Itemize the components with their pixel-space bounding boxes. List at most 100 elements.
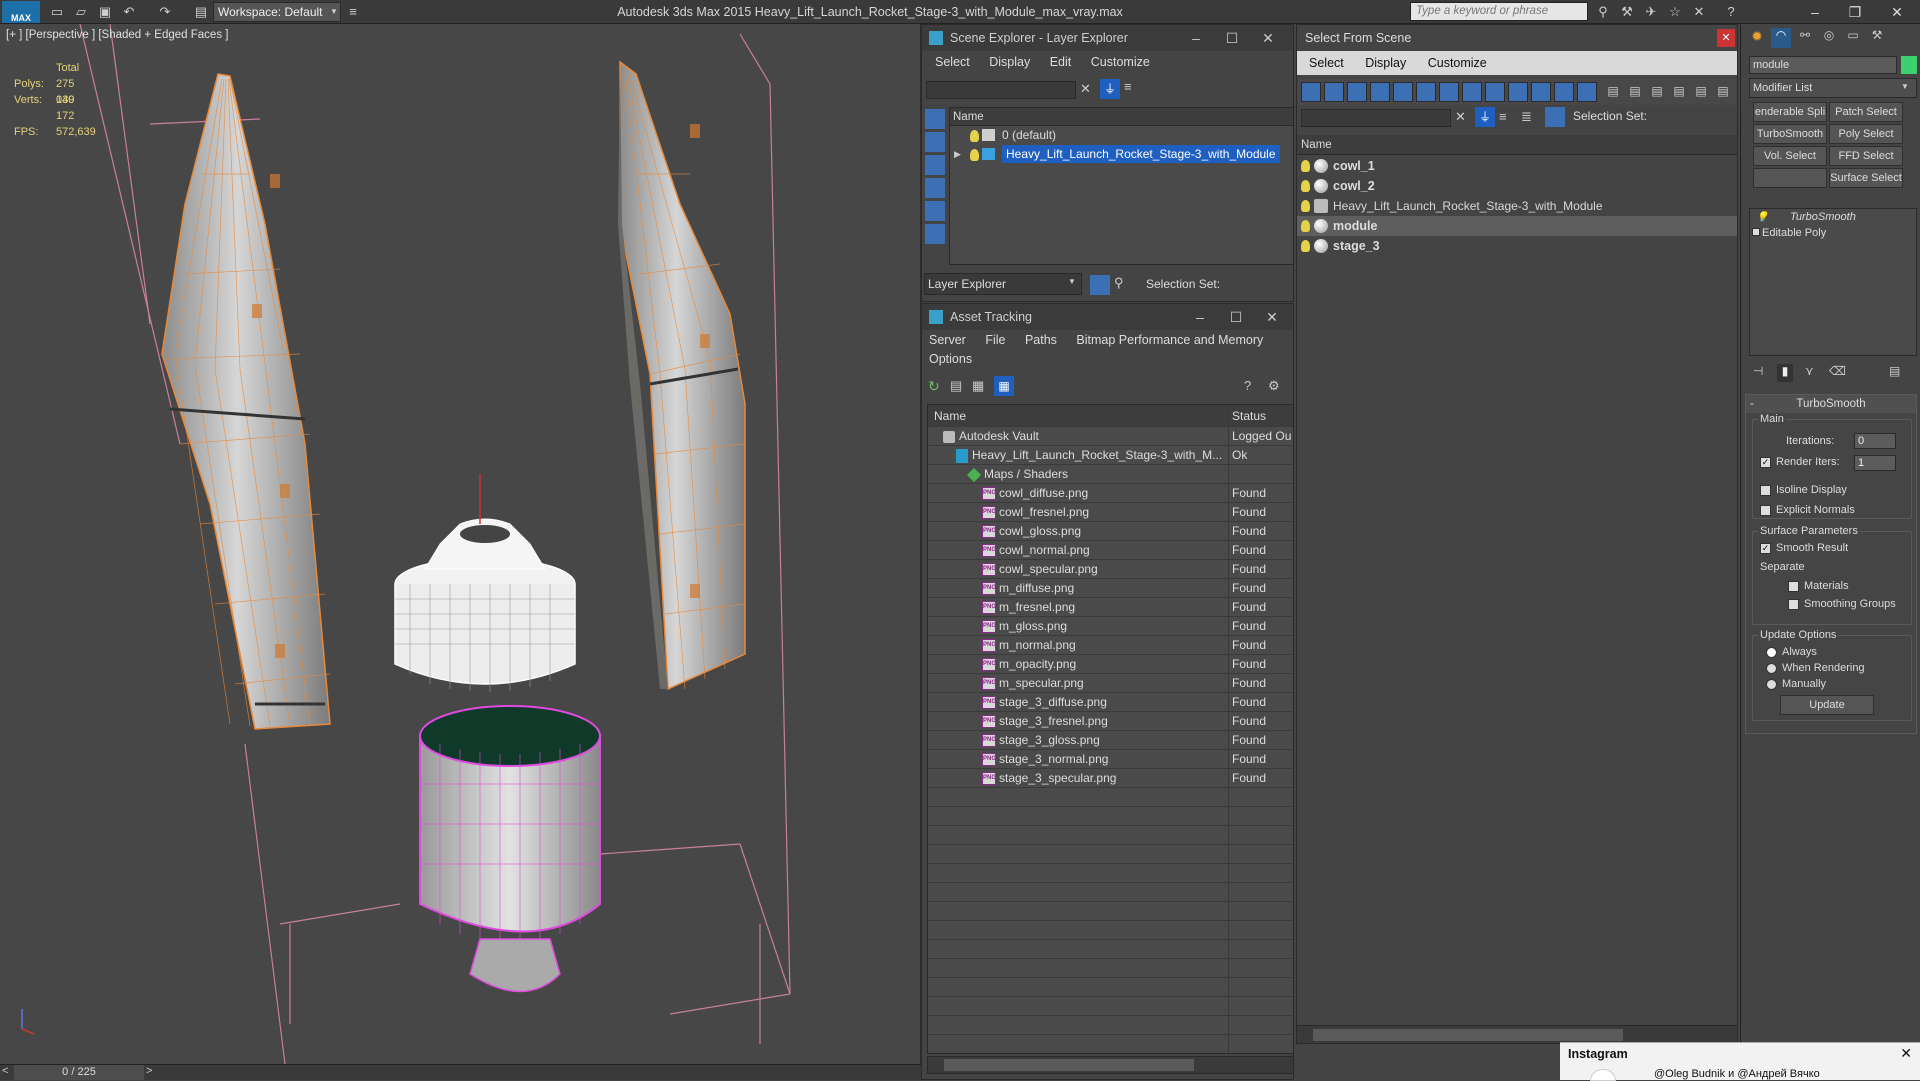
turbosmooth-button[interactable]: TurboSmooth — [1753, 124, 1827, 144]
when-rendering-radio[interactable] — [1766, 663, 1777, 674]
menu-display[interactable]: Display — [989, 55, 1030, 69]
lightbulb-icon[interactable] — [1301, 220, 1310, 232]
refresh-icon[interactable]: ↻ — [928, 378, 940, 395]
filter-lights-icon[interactable] — [1347, 82, 1367, 102]
ffd-select-button[interactable]: FFD Select — [1829, 146, 1903, 166]
menu-server[interactable]: Server — [929, 333, 966, 347]
create-tab-icon[interactable]: ✹ — [1747, 28, 1767, 48]
asset-row[interactable]: PNG m_normal.png Found — [928, 636, 1293, 655]
hierarchy-tab-icon[interactable]: ⚯ — [1795, 28, 1815, 48]
filter-spacewarps-icon[interactable] — [1416, 82, 1436, 102]
menu-customize[interactable]: Customize — [1428, 56, 1487, 70]
viewport-label[interactable]: [+ ] [Perspective ] [Shaded + Edged Face… — [6, 29, 228, 41]
column-header-name[interactable]: Name — [1297, 135, 1737, 155]
object-row-module[interactable]: module — [1297, 216, 1737, 236]
object-color-swatch[interactable] — [1901, 56, 1917, 74]
maximize-button[interactable]: ❐ — [1840, 2, 1870, 22]
close-button[interactable]: ✕ — [1254, 304, 1290, 330]
scrollbar-thumb[interactable] — [944, 1059, 1194, 1071]
make-unique-icon[interactable]: ⋎ — [1805, 364, 1814, 378]
new-file-icon[interactable]: ▭ — [48, 3, 66, 21]
close-button[interactable]: ✕ — [1882, 2, 1912, 22]
layers-icon[interactable]: ≣ — [1521, 109, 1532, 125]
display-shapes-icon[interactable] — [925, 132, 945, 152]
search-input[interactable]: Type a keyword or phrase — [1410, 2, 1588, 21]
filter-hidden-icon[interactable] — [1554, 82, 1574, 102]
lightbulb-icon[interactable] — [970, 130, 979, 142]
asset-row[interactable]: PNG cowl_gloss.png Found — [928, 522, 1293, 541]
materials-checkbox[interactable] — [1788, 581, 1799, 592]
configure-modifier-sets-icon[interactable]: ▤ — [1889, 364, 1900, 378]
display-spacewarps-icon[interactable] — [925, 224, 945, 244]
display-lights-icon[interactable] — [925, 155, 945, 175]
smoothing-groups-checkbox[interactable] — [1788, 599, 1799, 610]
lightbulb-icon[interactable] — [1301, 200, 1310, 212]
scrollbar-thumb[interactable] — [1313, 1029, 1623, 1041]
object-row-heavy_lift_launch_rocket_stage-3_with_module[interactable]: Heavy_Lift_Launch_Rocket_Stage-3_with_Mo… — [1297, 196, 1737, 216]
hierarchy-icon[interactable]: ⚲ — [1114, 275, 1124, 291]
close-button[interactable]: ✕ — [1900, 1045, 1912, 1062]
display-geometry-icon[interactable] — [925, 109, 945, 129]
expand-box-icon[interactable] — [1752, 228, 1760, 236]
menu-paths[interactable]: Paths — [1025, 333, 1057, 347]
filter-all-icon[interactable] — [1577, 82, 1597, 102]
filter-icon[interactable]: ▤ — [1671, 84, 1687, 100]
lightbulb-icon[interactable] — [1301, 160, 1310, 172]
layer-row-selected[interactable]: ▶ Heavy_Lift_Launch_Rocket_Stage-3_with_… — [950, 145, 1293, 164]
object-name-field[interactable]: module — [1749, 56, 1897, 74]
asset-row[interactable]: Heavy_Lift_Launch_Rocket_Stage-3_with_M.… — [928, 446, 1293, 465]
object-row-cowl_2[interactable]: cowl_2 — [1297, 176, 1737, 196]
minimize-button[interactable]: – — [1182, 304, 1218, 330]
filter-geometry-icon[interactable] — [1301, 82, 1321, 102]
close-x-icon[interactable]: ✕ — [1690, 3, 1708, 21]
surface-select-button[interactable]: Surface Select — [1829, 168, 1903, 188]
minimize-button[interactable]: – — [1178, 25, 1214, 51]
close-button[interactable]: ✕ — [1717, 29, 1735, 47]
column-header-status[interactable]: Status — [1232, 405, 1293, 427]
asset-row[interactable]: PNG cowl_diffuse.png Found — [928, 484, 1293, 503]
menu-customize[interactable]: Customize — [1091, 55, 1150, 69]
save-icon[interactable]: ▣ — [96, 3, 114, 21]
stack-item-turbosmooth[interactable]: 💡 TurboSmooth — [1750, 209, 1916, 225]
smooth-result-checkbox[interactable]: ✓ — [1760, 543, 1771, 554]
expand-triangle-icon[interactable]: ▶ — [954, 145, 961, 164]
menu-display[interactable]: Display — [1365, 56, 1406, 70]
remove-modifier-icon[interactable]: ⌫ — [1829, 364, 1846, 378]
asset-row[interactable]: PNG stage_3_fresnel.png Found — [928, 712, 1293, 731]
frame-counter[interactable]: 0 / 225 — [14, 1065, 144, 1080]
perspective-viewport[interactable]: [+ ] [Perspective ] [Shaded + Edged Face… — [0, 24, 922, 1064]
select-none-icon[interactable]: ▤ — [1627, 84, 1643, 100]
render-iters-spinner[interactable]: 1 — [1854, 455, 1896, 471]
asset-tracking-titlebar[interactable]: Asset Tracking – ☐ ✕ — [922, 304, 1293, 330]
asset-row[interactable]: PNG cowl_fresnel.png Found — [928, 503, 1293, 522]
chevron-left-icon[interactable]: < — [2, 1065, 8, 1077]
filter-icon[interactable]: ⏚ — [1475, 107, 1495, 127]
minimize-button[interactable]: – — [1800, 2, 1830, 22]
update-button[interactable]: Update — [1780, 695, 1874, 715]
display-tab-icon[interactable]: ▭ — [1843, 28, 1863, 48]
show-end-result-icon[interactable]: ▮ — [1777, 364, 1793, 382]
vol-select-button[interactable]: Vol. Select — [1753, 146, 1827, 166]
modify-tab-icon[interactable]: ◠ — [1771, 28, 1791, 48]
settings-icon[interactable]: ⚙ — [1268, 378, 1280, 394]
iterations-spinner[interactable]: 0 — [1854, 433, 1896, 449]
lightbulb-icon[interactable] — [1301, 180, 1310, 192]
undo-icon[interactable]: ↶ — [120, 3, 138, 21]
explicit-normals-checkbox[interactable] — [1760, 505, 1771, 516]
asset-row[interactable]: Maps / Shaders — [928, 465, 1293, 484]
lightbulb-icon[interactable] — [970, 149, 979, 161]
binoculars-icon[interactable]: ⚲ — [1594, 3, 1612, 21]
asset-row[interactable]: PNG stage_3_normal.png Found — [928, 750, 1293, 769]
scene-explorer-titlebar[interactable]: Scene Explorer - Layer Explorer – ☐ ✕ — [922, 25, 1293, 51]
asset-row[interactable]: Autodesk Vault Logged Ou — [928, 427, 1293, 446]
patch-select-button[interactable]: Patch Select — [1829, 102, 1903, 122]
rollout-header[interactable]: - TurboSmooth — [1746, 395, 1916, 413]
hierarchy-filter-icon[interactable]: ▤ — [1693, 84, 1709, 100]
menu-icon[interactable]: ≡ — [344, 3, 362, 21]
maximize-button[interactable]: ☐ — [1218, 304, 1254, 330]
collapse-icon[interactable]: - — [1750, 395, 1754, 413]
pin-stack-icon[interactable]: ⊣ — [1753, 364, 1763, 378]
tools-icon[interactable]: ⚒ — [1618, 3, 1636, 21]
open-file-icon[interactable]: ▱ — [72, 3, 90, 21]
manually-radio[interactable] — [1766, 679, 1777, 690]
